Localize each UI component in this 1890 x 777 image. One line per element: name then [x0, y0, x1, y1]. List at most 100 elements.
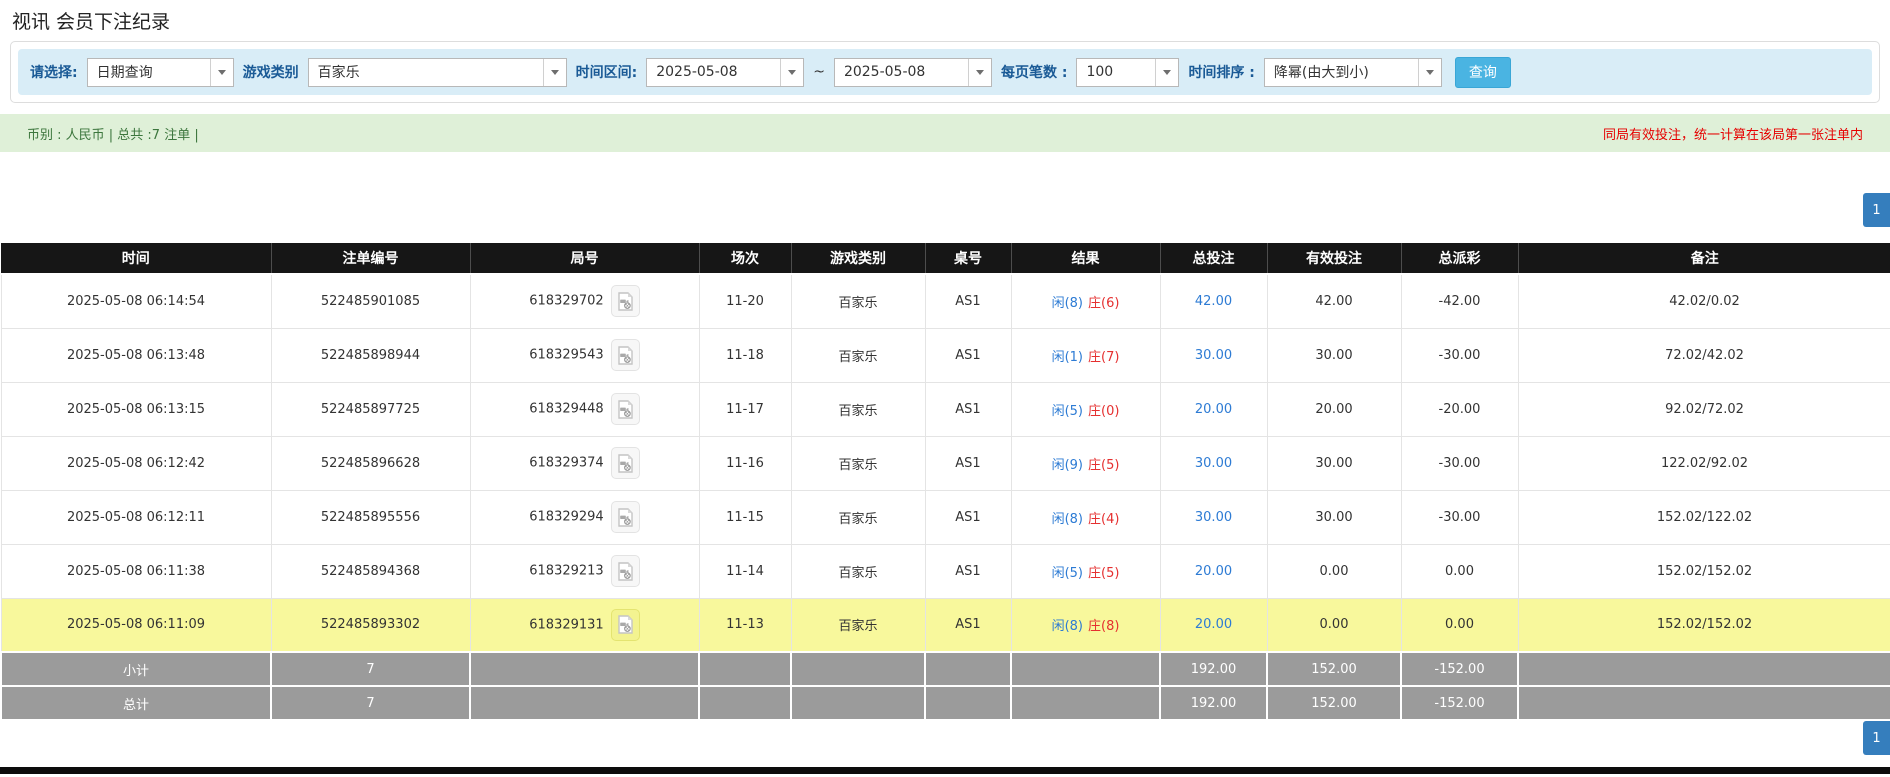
game-type-cell: 百家乐 [790, 381, 926, 437]
bet-id-cell: 522485897725 [270, 381, 471, 437]
chevron-down-icon[interactable] [1155, 58, 1179, 86]
subtotal-row-cell: 192.00 [1159, 651, 1268, 687]
total-bet-link[interactable]: 20.00 [1195, 617, 1232, 632]
game-type-label: 游戏类别 [242, 65, 299, 81]
column-header: 注单编号 [271, 243, 471, 275]
total-bet-cell: 42.00 [1159, 273, 1268, 329]
game-type-cell: 百家乐 [790, 543, 926, 599]
column-header: 有效投注 [1267, 243, 1402, 275]
total-bet-link[interactable]: 30.00 [1195, 348, 1232, 363]
date-range-tilde: ~ [813, 64, 825, 80]
column-header: 局号 [470, 243, 700, 275]
video-replay-icon[interactable] [610, 501, 640, 533]
page-size-select[interactable]: 100 [1076, 57, 1180, 87]
round-cell: 618329213 [469, 543, 700, 599]
chevron-down-icon[interactable] [209, 58, 233, 86]
time-range-label: 时间区间: [575, 65, 638, 81]
result-player: 闲(8) [1051, 511, 1083, 527]
result-player: 闲(8) [1051, 619, 1083, 635]
game-type-cell: 百家乐 [790, 327, 926, 383]
total-bet-cell: 20.00 [1159, 597, 1268, 653]
grand-total-row-cell [1517, 685, 1890, 721]
page-size-value: 100 [1086, 64, 1114, 80]
round-number: 618329294 [529, 509, 604, 525]
grand-total-row: 总计 7 192.00 152.00 -152.00 [0, 685, 1890, 721]
remark-cell: 122.02/92.02 [1517, 435, 1890, 491]
game-type-select[interactable]: 百家乐 [307, 57, 567, 87]
total-bet-link[interactable]: 30.00 [1195, 510, 1232, 525]
round-cell: 618329374 [469, 435, 700, 491]
result-banker: 庄(6) [1088, 295, 1120, 311]
bet-id-cell: 522485898944 [270, 327, 471, 383]
query-type-select[interactable]: 日期查询 [86, 57, 234, 87]
table-row: 2025-05-08 06:11:38 522485894368 6183292… [0, 543, 1890, 599]
query-type-value: 日期查询 [96, 65, 153, 81]
remark-cell: 152.02/152.02 [1517, 597, 1890, 653]
result-cell: 闲(5) 庄(0) [1010, 381, 1161, 437]
column-header: 游戏类别 [791, 243, 926, 275]
pagination-page-1-bottom[interactable]: 1 [1863, 721, 1890, 755]
session-cell: 11-15 [698, 489, 792, 545]
video-replay-icon[interactable] [610, 555, 640, 587]
remark-cell: 72.02/42.02 [1517, 327, 1890, 383]
valid-bet-cell: 30.00 [1266, 327, 1402, 383]
chevron-down-icon[interactable] [780, 58, 804, 86]
result-banker: 庄(5) [1088, 457, 1120, 473]
payout-cell: -20.00 [1400, 381, 1519, 437]
grand-total-row-cell [790, 685, 926, 721]
session-cell: 11-17 [698, 381, 792, 437]
payout-cell: -30.00 [1400, 435, 1519, 491]
column-header: 总派彩 [1401, 243, 1519, 275]
result-cell: 闲(5) 庄(5) [1010, 543, 1161, 599]
video-replay-icon[interactable] [610, 447, 640, 479]
summary-bar: 币别 : 人民币 | 总共 :7 注单 | 同局有效投注，统一计算在该局第一张注… [0, 114, 1890, 152]
result-player: 闲(9) [1051, 457, 1083, 473]
subtotal-row-cell [924, 651, 1012, 687]
video-replay-icon[interactable] [610, 608, 640, 641]
page-title: 视讯 会员下注纪录 [12, 11, 171, 33]
date-to-select[interactable]: 2025-05-08 [833, 57, 992, 87]
column-header: 时间 [1, 243, 272, 275]
select-type-label: 请选择: [30, 65, 78, 81]
result-cell: 闲(8) 庄(6) [1010, 273, 1161, 329]
grand-total-row-cell: -152.00 [1400, 685, 1519, 721]
chevron-down-icon[interactable] [967, 58, 991, 86]
video-replay-icon[interactable] [610, 285, 640, 318]
chevron-down-icon[interactable] [542, 58, 566, 86]
table-row: 2025-05-08 06:14:54 522485901085 6183297… [0, 273, 1890, 329]
chevron-down-icon[interactable] [1417, 58, 1441, 86]
result-player: 闲(8) [1051, 295, 1083, 311]
result-cell: 闲(1) 庄(7) [1010, 327, 1161, 383]
bet-time-cell: 2025-05-08 06:11:38 [0, 543, 272, 599]
bet-time-cell: 2025-05-08 06:11:09 [0, 597, 272, 653]
pagination-page-1-top[interactable]: 1 [1863, 193, 1890, 227]
bet-time-cell: 2025-05-08 06:13:48 [0, 327, 272, 383]
result-cell: 闲(9) 庄(5) [1010, 435, 1161, 491]
total-bet-link[interactable]: 20.00 [1195, 402, 1232, 417]
time-sort-select[interactable]: 降幂(由大到小) [1263, 57, 1442, 87]
search-button[interactable]: 查询 [1454, 56, 1511, 88]
time-sort-label: 时间排序 : [1188, 65, 1255, 81]
session-cell: 11-20 [698, 273, 792, 329]
subtotal-row-cell [1010, 651, 1161, 687]
grand-total-row-cell [1010, 685, 1161, 721]
grand-total-row-cell: 192.00 [1159, 685, 1268, 721]
valid-bet-cell: 0.00 [1266, 597, 1402, 653]
subtotal-row-cell [469, 651, 700, 687]
subtotal-row-cell: 7 [270, 651, 471, 687]
video-replay-icon[interactable] [610, 339, 640, 371]
table-row: 2025-05-08 06:11:09 522485893302 6183291… [0, 597, 1890, 653]
total-bet-link[interactable]: 42.00 [1195, 294, 1232, 309]
subtotal-row-cell: -152.00 [1400, 651, 1519, 687]
currency-total-summary: 币别 : 人民币 | 总共 :7 注单 | [27, 127, 199, 143]
date-from-select[interactable]: 2025-05-08 [646, 57, 805, 87]
table-number-cell: AS1 [924, 543, 1012, 599]
grand-total-row-cell: 总计 [0, 685, 272, 721]
total-bet-link[interactable]: 20.00 [1195, 564, 1232, 579]
video-replay-icon[interactable] [610, 393, 640, 425]
remark-cell: 152.02/152.02 [1517, 543, 1890, 599]
round-cell: 618329543 [469, 327, 700, 383]
total-bet-link[interactable]: 30.00 [1195, 456, 1232, 471]
result-banker: 庄(7) [1088, 349, 1120, 365]
game-type-cell: 百家乐 [790, 597, 926, 653]
